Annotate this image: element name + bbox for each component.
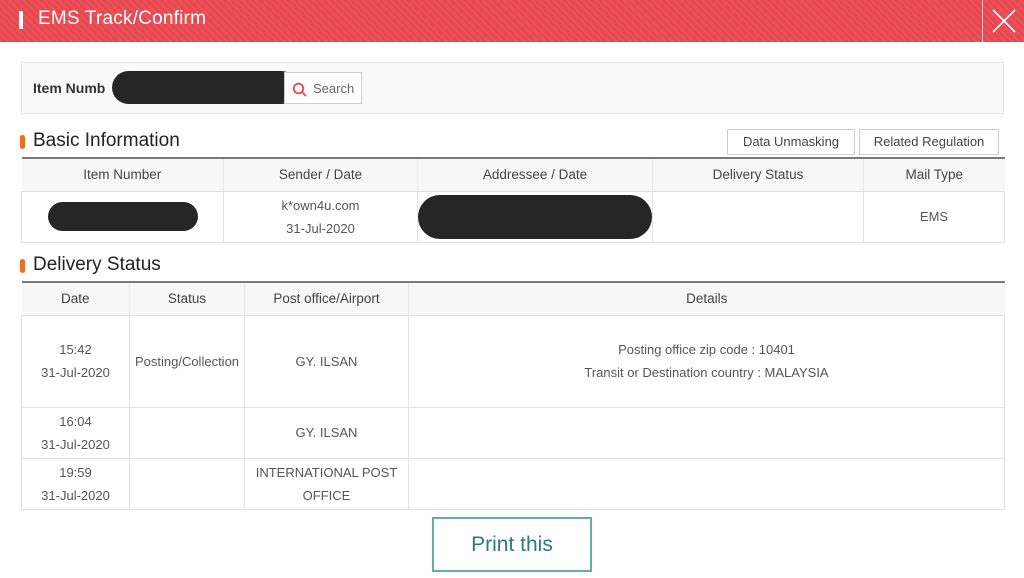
table-row: 19:59 31-Jul-2020 INTERNATIONAL POST OFF… [21,458,1005,510]
redacted-addressee [418,194,652,239]
details-zip-code: Posting office zip code : 10401 [618,342,795,357]
item-number-input[interactable] [112,71,298,104]
delivery-status-cell [652,191,864,243]
title-accent-mark [19,11,23,29]
event-time: 19:59 [59,464,92,480]
table-header-row: Date Status Post office/Airport Details [21,282,1005,316]
date-cell: 19:59 31-Jul-2020 [21,458,130,510]
column-header: Delivery Status [652,158,864,192]
column-header: Details [408,282,1005,316]
close-icon [992,9,1016,33]
search-icon [292,82,307,97]
section-marker [20,135,25,149]
sender-cell: k*own4u.com 31-Jul-2020 [223,191,418,243]
office-name-cont: OFFICE [302,487,351,503]
addressee-cell [417,191,653,243]
title-bar: EMS Track/Confirm [0,0,1024,42]
details-cell [408,407,1005,459]
close-button[interactable] [982,0,1024,42]
column-header: Post office/Airport [244,282,409,316]
column-header: Sender / Date [223,158,418,192]
redacted-item-number [47,202,198,231]
column-header: Addressee / Date [417,158,653,192]
table-header-row: Item Number Sender / Date Addressee / Da… [21,158,1005,192]
event-time: 16:04 [59,413,92,429]
status-cell [129,458,245,510]
table-row: 16:04 31-Jul-2020 GY. ILSAN [21,407,1005,459]
office-cell: INTERNATIONAL POST OFFICE [244,458,409,510]
event-date: 31-Jul-2020 [41,487,110,503]
status-cell [129,407,245,459]
print-button[interactable]: Print this [432,517,592,572]
event-date: 31-Jul-2020 [41,365,110,380]
date-cell: 16:04 31-Jul-2020 [21,407,130,459]
basic-info-table: Item Number Sender / Date Addressee / Da… [21,157,1005,243]
data-unmasking-button[interactable]: Data Unmasking [727,129,855,155]
related-regulation-button[interactable]: Related Regulation [859,129,999,155]
basic-info-heading: Basic Information [33,130,180,151]
office-name: INTERNATIONAL POST [255,464,398,480]
details-cell: Posting office zip code : 10401 Transit … [408,315,1005,408]
status-cell: Posting/Collection [129,315,245,408]
details-cell [408,458,1005,510]
sender-date: 31-Jul-2020 [286,220,355,236]
details-destination: Transit or Destination country : MALAYSI… [584,365,829,380]
delivery-status-heading: Delivery Status [33,254,161,275]
column-header: Item Number [21,158,224,192]
delivery-status-table: Date Status Post office/Airport Details … [21,281,1005,510]
event-time: 15:42 [59,342,92,357]
search-button-label: Search [313,81,355,96]
office-name: GY. ILSAN [295,353,358,369]
search-panel: Item Numb Search [21,62,1004,114]
event-date: 31-Jul-2020 [41,436,110,452]
column-header: Mail Type [863,158,1005,192]
item-number-cell [21,191,224,243]
sender-value: k*own4u.com [281,197,360,213]
window-title: EMS Track/Confirm [38,8,207,29]
item-number-label: Item Numb [33,80,106,96]
column-header: Date [21,282,130,316]
search-button[interactable]: Search [284,72,362,104]
table-row: 15:42 31-Jul-2020 Posting/Collection GY.… [21,315,1005,408]
office-cell: GY. ILSAN [244,315,409,408]
column-header: Status [129,282,245,316]
date-cell: 15:42 31-Jul-2020 [21,315,130,408]
office-name: GY. ILSAN [295,425,358,440]
section-marker [20,259,25,273]
mail-type-cell: EMS [863,191,1005,243]
table-row: k*own4u.com 31-Jul-2020 EMS [21,191,1005,243]
office-cell: GY. ILSAN [244,407,409,459]
